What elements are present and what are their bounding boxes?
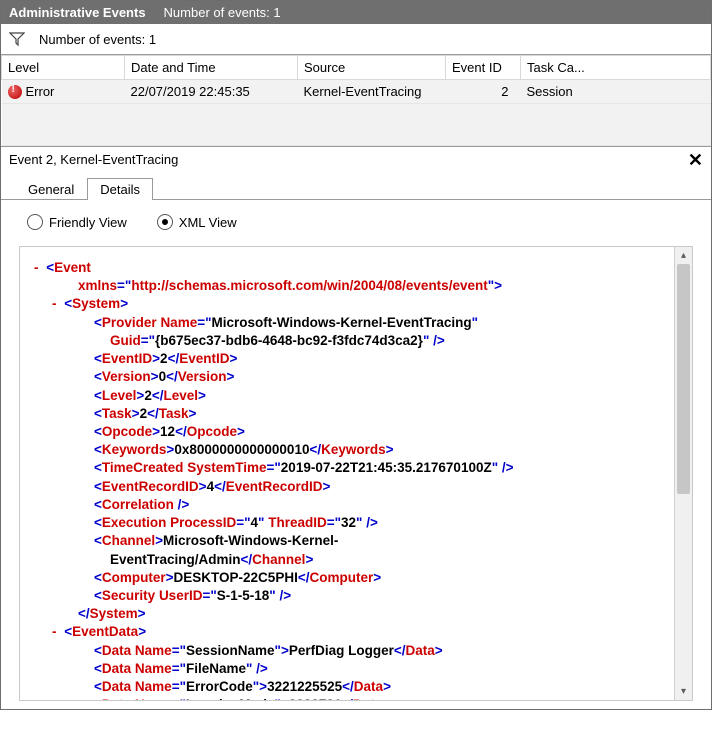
radio-icon [27,214,43,230]
cell-level: Error [26,84,55,99]
detail-header: Event 2, Kernel-EventTracing ✕ [1,146,711,172]
table-row[interactable]: Error 22/07/2019 22:45:35 Kernel-EventTr… [2,80,711,104]
filter-bar-count: Number of events: 1 [39,32,156,47]
col-source[interactable]: Source [298,56,446,80]
title-bar: Administrative Events Number of events: … [1,1,711,24]
radio-friendly-view[interactable]: Friendly View [27,214,127,230]
scroll-up-icon[interactable]: ▴ [675,247,692,264]
collapse-toggle[interactable]: - [52,296,61,311]
radio-icon [157,214,173,230]
title-bar-primary: Administrative Events [9,5,146,20]
col-eventid[interactable]: Event ID [446,56,521,80]
error-icon [8,85,22,99]
xml-area-wrap: - <Event xmlns="http://schemas.microsoft… [19,246,693,701]
scroll-down-icon[interactable]: ▾ [675,683,692,700]
event-viewer-window: Administrative Events Number of events: … [0,0,712,710]
cell-eventid: 2 [446,80,521,104]
radio-xml-label: XML View [179,215,237,230]
radio-friendly-label: Friendly View [49,215,127,230]
tab-details[interactable]: Details [87,178,153,200]
col-datetime[interactable]: Date and Time [125,56,298,80]
scrollbar-track[interactable] [675,264,692,683]
cell-taskcat: Session [521,80,711,104]
collapse-toggle[interactable]: - [52,624,61,639]
event-table: Level Date and Time Source Event ID Task… [1,55,711,146]
collapse-toggle[interactable]: - [34,260,43,275]
filter-bar: Number of events: 1 [1,24,711,55]
radio-xml-view[interactable]: XML View [157,214,237,230]
title-bar-count: Number of events: 1 [164,5,281,20]
scrollbar-thumb[interactable] [677,264,690,494]
tab-body: Friendly View XML View - <Event xmlns="h… [1,200,711,709]
tabstrip: General Details [1,172,711,200]
cell-source: Kernel-EventTracing [298,80,446,104]
col-taskcat[interactable]: Task Ca... [521,56,711,80]
table-header-row: Level Date and Time Source Event ID Task… [2,56,711,80]
view-radios: Friendly View XML View [19,212,693,246]
tab-general[interactable]: General [15,178,87,200]
close-icon[interactable]: ✕ [688,153,703,167]
cell-datetime: 22/07/2019 22:45:35 [125,80,298,104]
col-level[interactable]: Level [2,56,125,80]
xml-area[interactable]: - <Event xmlns="http://schemas.microsoft… [20,247,674,700]
filter-icon[interactable] [9,31,25,47]
detail-title: Event 2, Kernel-EventTracing [9,152,178,167]
vertical-scrollbar[interactable]: ▴ ▾ [674,247,692,700]
